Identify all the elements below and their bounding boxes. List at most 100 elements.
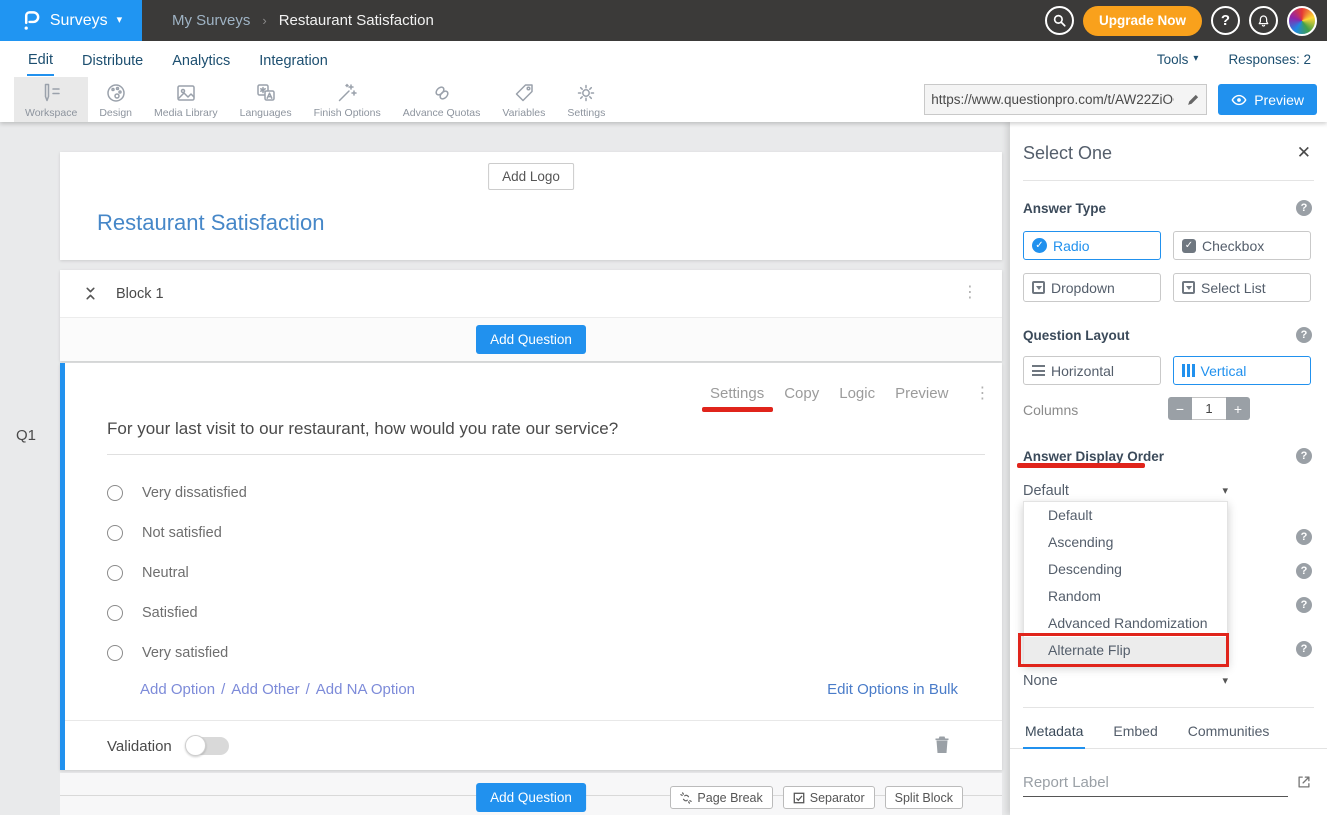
question-layout-help-icon[interactable]: ? (1296, 327, 1312, 343)
columns-minus-button[interactable]: − (1168, 397, 1192, 420)
brand-caret-icon: ▾ (117, 15, 123, 26)
answer-type-checkbox-button[interactable]: ✓ Checkbox (1173, 231, 1311, 260)
toolbar-design[interactable]: Design (88, 77, 143, 122)
radio-icon[interactable] (107, 605, 123, 621)
question-tab-logic[interactable]: Logic (839, 385, 875, 402)
notifications-button[interactable] (1249, 6, 1278, 35)
user-avatar[interactable] (1287, 6, 1317, 36)
hidden-setting-help-icon[interactable]: ? (1296, 563, 1312, 579)
breadcrumb-my-surveys[interactable]: My Surveys (172, 12, 250, 29)
external-link-icon[interactable] (1296, 774, 1312, 790)
tools-menu[interactable]: Tools ▾ (1157, 52, 1199, 67)
toolbar-settings[interactable]: Settings (556, 77, 616, 122)
columns-plus-button[interactable]: + (1226, 397, 1250, 420)
validation-row: Validation (107, 737, 229, 755)
question-tabs: Settings Copy Logic Preview ⋮ (710, 385, 990, 402)
question-card: Settings Copy Logic Preview ⋮ For your l… (60, 363, 1002, 770)
add-other-link[interactable]: Add Other (231, 681, 299, 698)
answer-type-dropdown-button[interactable]: Dropdown (1023, 273, 1161, 302)
answer-type-help-icon[interactable]: ? (1296, 200, 1312, 216)
add-logo-button[interactable]: Add Logo (488, 163, 574, 190)
question-menu-kebab-icon[interactable]: ⋮ (974, 386, 990, 402)
edit-options-in-bulk-link[interactable]: Edit Options in Bulk (827, 681, 958, 698)
option-label[interactable]: Very satisfied (142, 645, 228, 661)
upgrade-now-button[interactable]: Upgrade Now (1083, 6, 1202, 36)
page-break-button[interactable]: Page Break (670, 786, 772, 809)
question-tab-settings[interactable]: Settings (710, 385, 764, 402)
search-button[interactable] (1045, 6, 1074, 35)
question-tab-copy[interactable]: Copy (784, 385, 819, 402)
survey-url-input[interactable] (925, 92, 1180, 107)
tab-integration[interactable]: Integration (258, 44, 329, 75)
responses-count[interactable]: Responses: 2 (1228, 52, 1311, 67)
horizontal-lines-icon (1032, 365, 1045, 376)
select-list-label: Select List (1201, 280, 1266, 296)
help-button[interactable]: ? (1211, 6, 1240, 35)
question-layout-label: Question Layout (1023, 328, 1130, 343)
option-label[interactable]: Satisfied (142, 605, 198, 621)
menu-item-ascending[interactable]: Ascending (1024, 529, 1227, 556)
menu-item-default[interactable]: Default (1024, 502, 1227, 529)
answer-display-order-select[interactable]: Default ▾ (1023, 483, 1228, 499)
tab-analytics[interactable]: Analytics (171, 44, 231, 75)
none-select[interactable]: None ▾ (1023, 673, 1228, 689)
tab-communities[interactable]: Communities (1186, 719, 1272, 748)
question-number-label: Q1 (16, 427, 36, 444)
edit-url-pencil-icon[interactable] (1180, 93, 1206, 107)
panel-divider (1023, 180, 1314, 181)
answer-display-order-help-icon[interactable]: ? (1296, 448, 1312, 464)
option-label[interactable]: Neutral (142, 565, 189, 581)
option-label[interactable]: Very dissatisfied (142, 485, 247, 501)
split-block-button[interactable]: Split Block (885, 786, 963, 809)
close-icon[interactable]: ✕ (1297, 143, 1311, 163)
tab-embed[interactable]: Embed (1111, 719, 1159, 748)
question-tab-preview[interactable]: Preview (895, 385, 948, 402)
block-menu-kebab-icon[interactable]: ⋮ (962, 285, 978, 301)
tab-metadata[interactable]: Metadata (1023, 719, 1085, 749)
checkbox-label: Checkbox (1202, 238, 1264, 254)
hidden-setting-help-icon[interactable]: ? (1296, 641, 1312, 657)
question-layout-options: Horizontal Vertical (1023, 356, 1311, 385)
option-label[interactable]: Not satisfied (142, 525, 222, 541)
block-title[interactable]: Block 1 (116, 286, 164, 302)
preview-button[interactable]: Preview (1218, 84, 1317, 115)
hidden-setting-help-icon[interactable]: ? (1296, 529, 1312, 545)
toolbar-variables[interactable]: Variables (491, 77, 556, 122)
tab-distribute[interactable]: Distribute (81, 44, 144, 75)
footer-buttons: Page Break Separator Split Block (670, 786, 963, 809)
toolbar-media-library[interactable]: Media Library (143, 77, 229, 122)
menu-item-random[interactable]: Random (1024, 583, 1227, 610)
add-question-button-bottom[interactable]: Add Question (476, 783, 586, 812)
answer-type-select-list-button[interactable]: Select List (1173, 273, 1311, 302)
radio-icon[interactable] (107, 645, 123, 661)
gear-icon (574, 81, 598, 105)
columns-value-input[interactable] (1192, 397, 1226, 420)
toolbar-advance-quotas[interactable]: Advance Quotas (392, 77, 492, 122)
layout-horizontal-button[interactable]: Horizontal (1023, 356, 1161, 385)
toolbar-finish-options[interactable]: Finish Options (303, 77, 392, 122)
survey-title[interactable]: Restaurant Satisfaction (97, 210, 324, 236)
product-switcher[interactable]: Surveys ▾ (0, 0, 142, 41)
answer-type-radio-button[interactable]: ✓ Radio (1023, 231, 1161, 260)
add-option-link[interactable]: Add Option (140, 681, 215, 698)
separator-button[interactable]: Separator (783, 786, 875, 809)
toolbar-languages[interactable]: Languages (229, 77, 303, 122)
answer-type-options: ✓ Radio ✓ Checkbox Dropdown Select List (1023, 231, 1311, 302)
menu-item-descending[interactable]: Descending (1024, 556, 1227, 583)
delete-question-trash-icon[interactable] (934, 735, 950, 754)
radio-icon[interactable] (107, 565, 123, 581)
add-question-button-top[interactable]: Add Question (476, 325, 586, 354)
hidden-setting-help-icon[interactable]: ? (1296, 597, 1312, 613)
add-option-links: Add Option / Add Other / Add NA Option (140, 681, 415, 698)
add-na-option-link[interactable]: Add NA Option (316, 681, 415, 698)
collapse-block-icon[interactable] (83, 285, 98, 302)
tab-edit[interactable]: Edit (27, 43, 54, 76)
layout-vertical-button[interactable]: Vertical (1173, 356, 1311, 385)
toolbar-workspace[interactable]: Workspace (14, 77, 88, 122)
report-label-input[interactable] (1023, 772, 1288, 797)
top-bar: Surveys ▾ My Surveys › Restaurant Satisf… (0, 0, 1327, 41)
question-text[interactable]: For your last visit to our restaurant, h… (107, 419, 985, 455)
radio-icon[interactable] (107, 525, 123, 541)
validation-toggle[interactable] (187, 737, 229, 755)
radio-icon[interactable] (107, 485, 123, 501)
